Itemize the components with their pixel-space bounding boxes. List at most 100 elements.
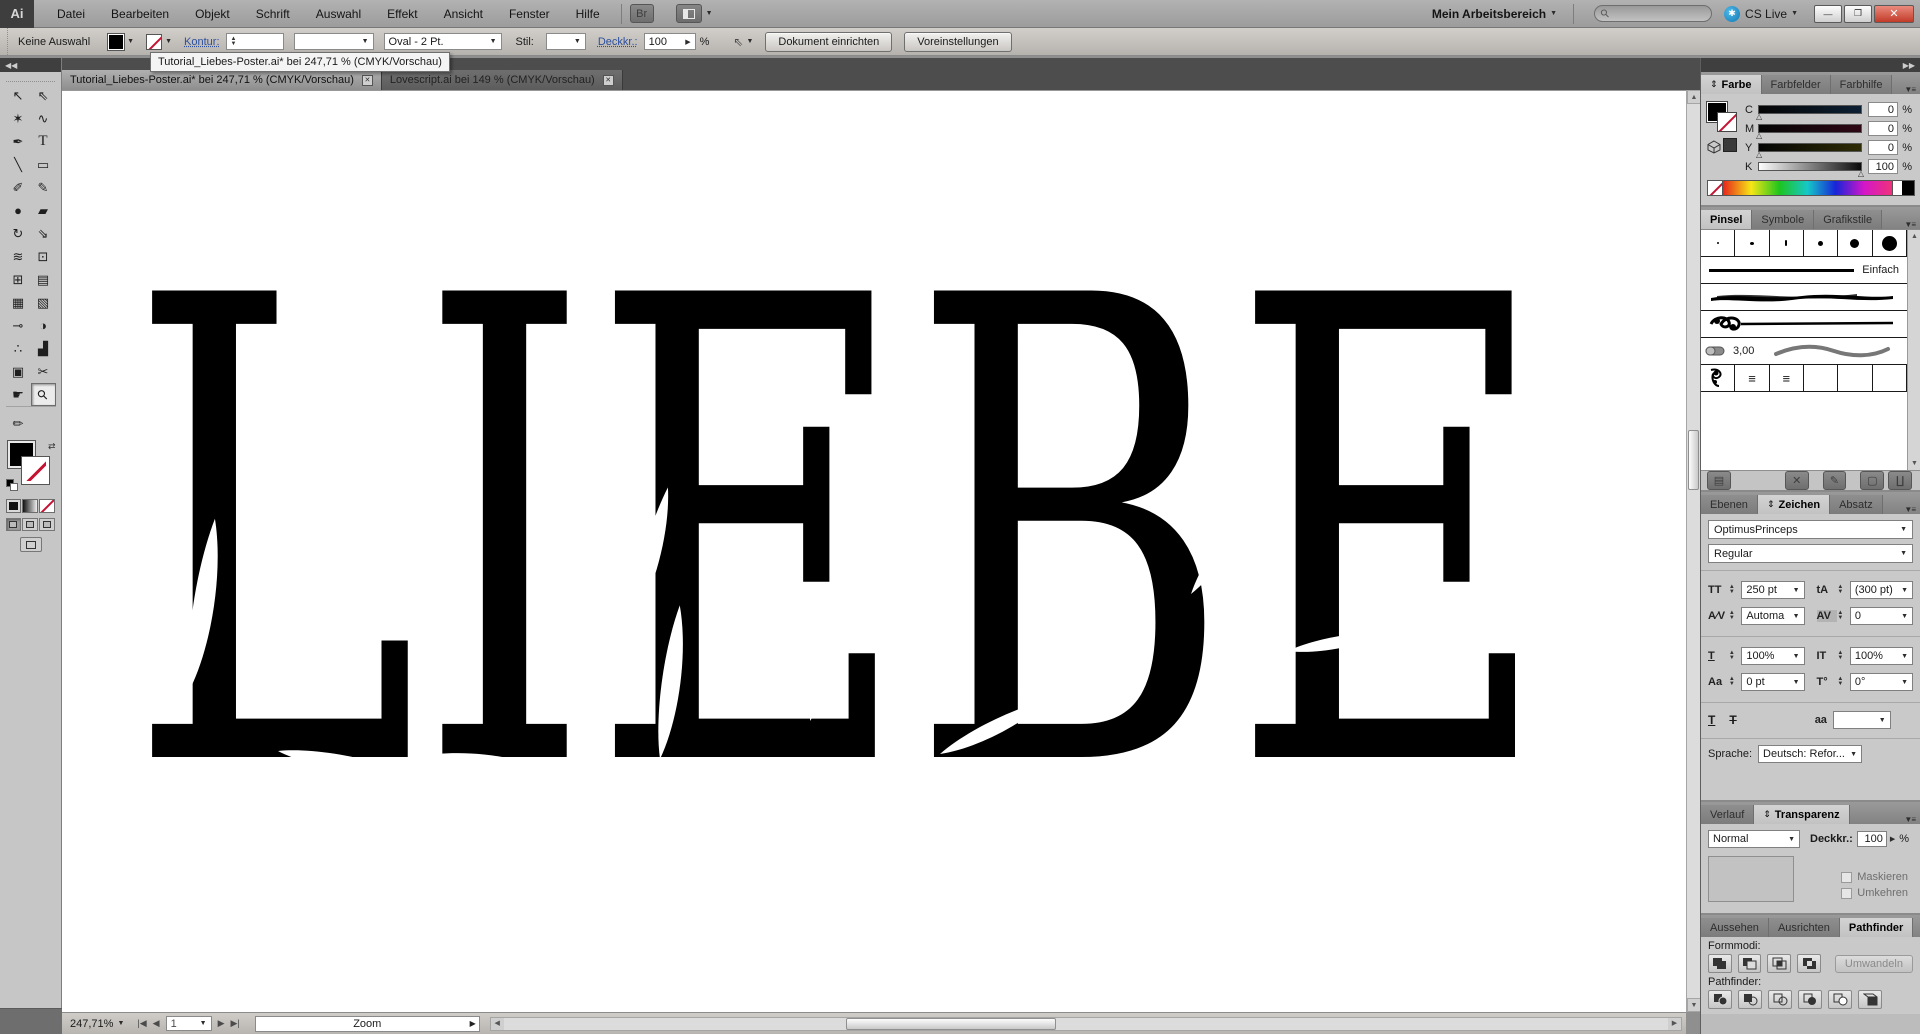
character-panel-menu-icon[interactable]: ▼≡ — [1899, 505, 1920, 514]
scale-tool[interactable]: ⇘ — [31, 222, 56, 245]
fill-color-arrow-icon[interactable]: ▼ — [127, 38, 134, 45]
language-dropdown[interactable]: Deutsch: Refor... ▼ — [1758, 745, 1862, 763]
merge-button[interactable] — [1768, 990, 1792, 1009]
lasso-tool[interactable]: ∿ — [31, 107, 56, 130]
tab-pinsel[interactable]: Pinsel — [1701, 210, 1752, 229]
maskieren-checkbox[interactable]: Maskieren — [1841, 869, 1908, 885]
remove-brush-stroke-icon[interactable]: ✕ — [1785, 471, 1809, 490]
tracking-dropdown[interactable]: 0 ▼ — [1850, 607, 1913, 625]
font-family-dropdown[interactable]: OptimusPrinceps ▼ — [1708, 520, 1913, 539]
intersect-button[interactable] — [1767, 954, 1791, 973]
zoom-tool[interactable]: ⚲ — [31, 383, 56, 406]
scroll-up-icon[interactable]: ▲ — [1687, 90, 1701, 104]
menu-ansicht[interactable]: Ansicht — [431, 0, 496, 28]
brush-definition-dropdown[interactable]: Oval - 2 Pt. ▼ — [384, 33, 502, 50]
pathfinder-panel-menu-icon[interactable]: ▼≡ — [1913, 928, 1920, 937]
select-similar-icon[interactable]: ⇖ — [733, 35, 743, 49]
black-slider-handle[interactable]: △ — [1858, 169, 1864, 178]
status-tool-display[interactable]: Zoom ▶ — [255, 1016, 480, 1032]
dock-header[interactable]: ▶▶ — [1701, 58, 1920, 72]
font-style-dropdown[interactable]: Regular ▼ — [1708, 544, 1913, 563]
delete-brush-icon[interactable]: ∐ — [1888, 471, 1912, 490]
umwandeln-button[interactable]: Umwandeln — [1835, 955, 1913, 973]
document-tab-liebes-poster[interactable]: Tutorial_Liebes-Poster.ai* bei 247,71 % … — [62, 70, 382, 90]
document-canvas[interactable]: LIEBE — [62, 90, 1686, 1012]
brush-scroll-down-icon[interactable]: ▼ — [1908, 457, 1920, 470]
fill-color-swatch[interactable] — [108, 34, 124, 50]
magenta-slider[interactable]: △ — [1758, 124, 1862, 133]
spectrum-gradient[interactable] — [1723, 181, 1892, 195]
tab-close-icon-2[interactable]: ✕ — [603, 75, 614, 86]
scroll-left-icon[interactable]: ◀ — [491, 1018, 504, 1030]
collapse-tools-icon[interactable]: ◀◀ — [5, 61, 17, 70]
underline-button[interactable]: T — [1708, 713, 1715, 727]
direct-selection-tool[interactable]: ⇖ — [31, 84, 56, 107]
tab-ausrichten[interactable]: Ausrichten — [1769, 918, 1840, 937]
arrange-documents-arrow-icon[interactable]: ▼ — [706, 10, 713, 17]
gradient-paint-button[interactable] — [22, 499, 38, 513]
horizontal-scrollbar[interactable]: ◀ ▶ — [490, 1017, 1682, 1031]
menu-schrift[interactable]: Schrift — [243, 0, 303, 28]
pencil-tool[interactable]: ✎ — [31, 176, 56, 199]
leading-dropdown[interactable]: (300 pt) ▼ — [1850, 581, 1913, 599]
status-flyout-icon[interactable]: ▶ — [470, 1019, 476, 1028]
h-scale-stepper[interactable]: ▲▼ — [1729, 651, 1739, 661]
first-artboard-button[interactable]: |◀ — [137, 1018, 146, 1029]
tab-pathfinder[interactable]: Pathfinder — [1840, 918, 1913, 937]
exclude-button[interactable] — [1797, 954, 1821, 973]
column-graph-tool[interactable]: ▟ — [31, 337, 56, 360]
color-spectrum-bar[interactable] — [1707, 180, 1915, 196]
blob-brush-row[interactable]: 3,00 — [1701, 338, 1920, 365]
tab-ebenen[interactable]: Ebenen — [1701, 495, 1758, 514]
anti-alias-dropdown[interactable]: ▼ — [1833, 711, 1891, 729]
zoom-level-dropdown[interactable]: 247,71% ▼ — [70, 1018, 124, 1030]
tab-farbhilfe[interactable]: Farbhilfe — [1831, 75, 1893, 94]
stroke-panel-link[interactable]: Kontur: — [184, 36, 219, 48]
cs-live-button[interactable]: ✱ CS Live ▼ — [1724, 6, 1798, 22]
v-scale-dropdown[interactable]: 100% ▼ — [1850, 647, 1913, 665]
menu-fenster[interactable]: Fenster — [496, 0, 563, 28]
type-tool[interactable]: T — [31, 130, 56, 153]
charcoal-brush-row[interactable] — [1701, 284, 1920, 311]
stroke-weight-stepper[interactable]: ▲▼ — [231, 37, 242, 47]
eyedropper-tool[interactable]: ⊸ — [6, 314, 31, 337]
rotation-dropdown[interactable]: 0° ▼ — [1850, 673, 1913, 691]
transparency-opacity-field[interactable]: 100 — [1857, 831, 1887, 847]
cyan-slider-handle[interactable]: △ — [1756, 112, 1762, 121]
symbol-sprayer-tool[interactable]: ∴ — [6, 337, 31, 360]
width-profile-dropdown[interactable]: ▼ — [294, 33, 374, 50]
new-brush-icon[interactable]: ▢ — [1860, 471, 1884, 490]
ornament-brush-row[interactable] — [1701, 311, 1920, 338]
workspace-switcher[interactable]: Mein Arbeitsbereich ▼ — [1424, 7, 1565, 21]
preferences-button[interactable]: Voreinstellungen — [904, 32, 1011, 52]
close-button[interactable]: ✕ — [1874, 5, 1914, 23]
font-size-dropdown[interactable]: 250 pt ▼ — [1741, 581, 1804, 599]
screen-mode-button[interactable] — [20, 537, 42, 552]
vertical-scroll-thumb[interactable] — [1688, 430, 1699, 490]
brush-dot-6[interactable] — [1873, 230, 1907, 256]
tools-panel-header[interactable]: ◀◀ — [0, 58, 61, 72]
mesh-tool[interactable]: ▦ — [6, 291, 31, 314]
menu-objekt[interactable]: Objekt — [182, 0, 243, 28]
brush-dot-1[interactable] — [1701, 230, 1735, 256]
stroke-proxy[interactable] — [22, 457, 49, 484]
slice-tool[interactable]: ✂ — [31, 360, 56, 383]
black-slider[interactable]: △ — [1758, 162, 1862, 171]
draw-normal-button[interactable] — [6, 518, 22, 531]
scroll-right-icon[interactable]: ▶ — [1668, 1018, 1681, 1030]
restore-button[interactable]: ❐ — [1844, 5, 1872, 23]
tab-transparenz[interactable]: ⇕ Transparenz — [1754, 805, 1849, 824]
cyan-slider[interactable]: △ — [1758, 105, 1862, 114]
tracking-stepper[interactable]: ▲▼ — [1837, 611, 1847, 621]
crop-button[interactable] — [1798, 990, 1822, 1009]
tab-farbfelder[interactable]: Farbfelder — [1762, 75, 1831, 94]
brushes-panel-menu-icon[interactable]: ▼≡ — [1899, 220, 1920, 229]
previous-artboard-button[interactable]: ◀ — [153, 1018, 160, 1029]
tab-grafikstile[interactable]: Grafikstile — [1814, 210, 1882, 229]
brush-dot-2[interactable] — [1735, 230, 1769, 256]
maskieren-checkbox-box[interactable] — [1841, 872, 1852, 883]
last-artboard-button[interactable]: ▶| — [230, 1018, 239, 1029]
launch-bridge-button[interactable]: Br — [630, 4, 654, 23]
tab-close-icon[interactable]: ✕ — [362, 75, 373, 86]
blob-brush-tool[interactable]: ● — [6, 199, 31, 222]
